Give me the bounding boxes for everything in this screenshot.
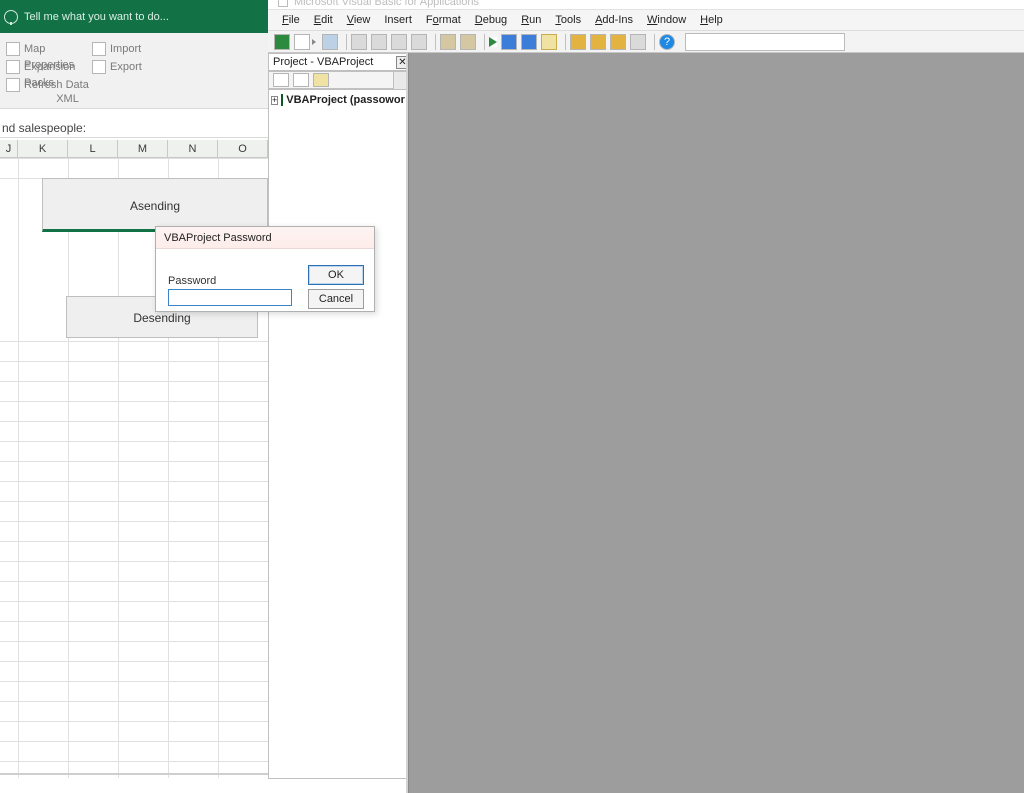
vbaproject-icon — [281, 94, 283, 106]
design-mode-icon[interactable] — [541, 34, 557, 50]
tell-me-bar[interactable]: Tell me what you want to do... — [0, 0, 268, 33]
project-explorer-title: Project - VBAProject — [268, 53, 408, 71]
view-code-icon[interactable] — [273, 73, 289, 87]
separator — [654, 34, 655, 50]
menu-format[interactable]: Format — [426, 14, 461, 26]
menu-window[interactable]: Window — [647, 14, 686, 26]
password-label: Password — [168, 275, 216, 287]
menu-debug[interactable]: Debug — [475, 14, 507, 26]
vbe-toolbar: ? — [268, 31, 1024, 53]
vbe-title-bar: Microsoft Visual Basic for Applications — [268, 0, 1024, 9]
paste-icon[interactable] — [391, 34, 407, 50]
project-explorer-icon[interactable] — [570, 34, 586, 50]
help-icon[interactable]: ? — [659, 34, 675, 50]
menu-run[interactable]: Run — [521, 14, 541, 26]
view-object-icon[interactable] — [293, 73, 309, 87]
col-header[interactable]: L — [68, 140, 118, 158]
col-header[interactable]: M — [118, 140, 168, 158]
vbe-menu-bar: File Edit View Insert Format Debug Run T… — [268, 9, 1024, 31]
vbaproject-password-dialog: VBAProject Password Password OK Cancel — [155, 226, 375, 312]
password-input[interactable] — [168, 289, 292, 306]
project-explorer-toolbar — [268, 71, 408, 89]
break-icon[interactable] — [501, 34, 517, 50]
reset-icon[interactable] — [521, 34, 537, 50]
insert-module-icon[interactable] — [294, 34, 310, 50]
refresh-icon — [6, 78, 20, 92]
expansion-packs-button[interactable]: Expansion Packs — [6, 59, 96, 75]
export-button[interactable]: Export — [92, 59, 152, 75]
export-icon — [92, 60, 106, 74]
col-header[interactable]: N — [168, 140, 218, 158]
refresh-data-button[interactable]: Refresh Data — [6, 77, 96, 93]
toolbox-icon[interactable] — [630, 34, 646, 50]
project-toolbar-scroll[interactable] — [393, 72, 407, 90]
separator — [484, 34, 485, 50]
vbe-app-title: Microsoft Visual Basic for Applications — [294, 0, 479, 8]
excel-icon[interactable] — [274, 34, 290, 50]
menu-file[interactable]: File — [282, 14, 300, 26]
find-icon[interactable] — [411, 34, 427, 50]
col-header[interactable]: K — [18, 140, 68, 158]
import-button[interactable]: Import — [92, 41, 152, 57]
tell-me-placeholder: Tell me what you want to do... — [24, 11, 169, 23]
undo-icon[interactable] — [440, 34, 456, 50]
toggle-folders-icon[interactable] — [313, 73, 329, 87]
procedure-combo[interactable] — [685, 33, 845, 51]
separator — [346, 34, 347, 50]
dropdown-icon[interactable] — [312, 39, 318, 45]
project-explorer-tree[interactable]: + VBAProject (passoword — [268, 89, 408, 779]
map-properties-icon — [6, 42, 20, 56]
map-properties-button[interactable]: Map Properties — [6, 41, 96, 57]
separator — [435, 34, 436, 50]
col-header[interactable]: O — [218, 140, 268, 158]
menu-insert[interactable]: Insert — [384, 14, 412, 26]
ribbon-group-label: XML — [0, 93, 135, 105]
menu-help[interactable]: Help — [700, 14, 723, 26]
cancel-button[interactable]: Cancel — [308, 289, 364, 309]
expansion-packs-icon — [6, 60, 20, 74]
menu-tools[interactable]: Tools — [555, 14, 581, 26]
expand-icon[interactable]: + — [271, 96, 278, 105]
properties-icon[interactable] — [590, 34, 606, 50]
menu-edit[interactable]: Edit — [314, 14, 333, 26]
import-icon — [92, 42, 106, 56]
object-browser-icon[interactable] — [610, 34, 626, 50]
menu-addins[interactable]: Add-Ins — [595, 14, 633, 26]
cut-icon[interactable] — [351, 34, 367, 50]
project-node[interactable]: + VBAProject (passoword — [271, 94, 405, 106]
lightbulb-icon — [4, 10, 18, 24]
ok-button[interactable]: OK — [308, 265, 364, 285]
ascending-shape-button[interactable]: Asending — [42, 178, 268, 232]
vbe-app-icon — [278, 0, 288, 7]
menu-view[interactable]: View — [347, 14, 371, 26]
redo-icon[interactable] — [460, 34, 476, 50]
formula-bar-text: nd salespeople: — [0, 118, 268, 138]
project-node-label: VBAProject (passoword — [286, 94, 405, 106]
col-header[interactable]: J — [0, 140, 18, 158]
separator — [565, 34, 566, 50]
run-icon[interactable] — [489, 37, 497, 47]
save-icon[interactable] — [322, 34, 338, 50]
column-headers: J K L M N O — [0, 140, 268, 158]
vbe-mdi-area — [408, 53, 1024, 793]
dialog-title: VBAProject Password — [156, 227, 374, 249]
ribbon-xml-group: Map Properties Import Expansion Packs Ex… — [0, 33, 268, 109]
copy-icon[interactable] — [371, 34, 387, 50]
